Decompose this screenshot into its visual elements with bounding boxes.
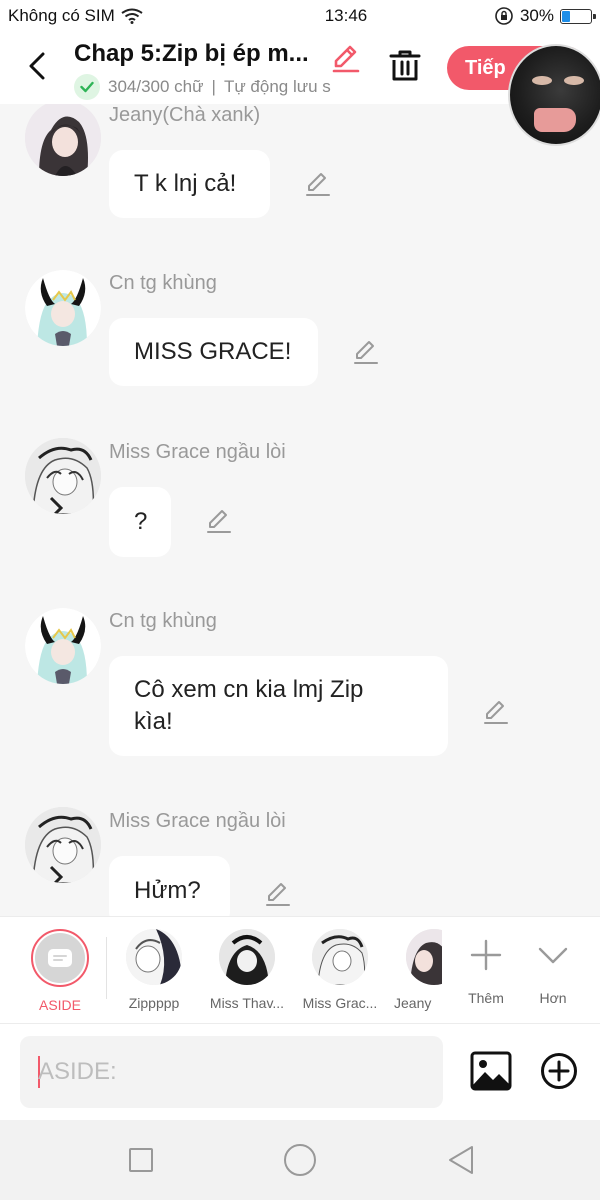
system-nav-bar (0, 1120, 600, 1200)
message-text: MISS GRACE! (134, 338, 292, 365)
add-label: Thêm (468, 990, 504, 1006)
edit-message-icon[interactable] (352, 338, 380, 366)
character-avatar (312, 929, 368, 985)
edit-title-icon[interactable] (330, 42, 362, 74)
separator: | (211, 77, 216, 96)
next-label: Tiếp (465, 56, 506, 79)
save-status: 304/300 chữ | Tự động lưu s (74, 74, 364, 100)
clock: 13:46 (324, 6, 368, 25)
message-list[interactable]: Jeany(Chà xank) T k lnj cả! Cn tg khùng … (0, 104, 600, 916)
back-button[interactable] (18, 46, 56, 86)
input-placeholder: ASIDE: (38, 1058, 117, 1085)
chapter-title[interactable]: Chap 5:Zip bị ép m... (74, 40, 330, 68)
battery-icon (560, 8, 596, 24)
avatar[interactable] (25, 270, 101, 346)
avatar[interactable] (25, 608, 101, 684)
edit-message-icon[interactable] (264, 880, 292, 908)
chevron-left-icon (29, 52, 45, 80)
trash-icon[interactable] (388, 48, 422, 84)
autosave-label: Tự động lưu s (223, 77, 331, 96)
message-bubble[interactable]: Hửm? (109, 856, 230, 916)
character-item[interactable]: Jeany (370, 929, 442, 1011)
character-aside[interactable]: ASIDE (15, 929, 105, 1013)
sender-name: Jeany(Chà xank) (109, 104, 261, 126)
compose-bar: ASIDE: (0, 1024, 600, 1120)
plus-icon (470, 939, 502, 971)
message-text: ? (134, 508, 148, 535)
character-avatar (126, 929, 182, 985)
add-circle-icon[interactable] (540, 1052, 578, 1090)
check-icon (74, 74, 100, 100)
character-name: Zippppp (128, 995, 180, 1011)
message-input[interactable]: ASIDE: (20, 1036, 443, 1108)
aside-avatar (31, 929, 89, 987)
battery-percent: 30% (519, 6, 554, 25)
home-icon[interactable] (284, 1144, 316, 1176)
aside-label: ASIDE (38, 997, 81, 1013)
character-name: Jeany (394, 995, 432, 1011)
avatar[interactable] (25, 104, 101, 176)
sender-name: Miss Grace ngầu lòi (109, 810, 286, 832)
avatar[interactable] (25, 807, 101, 883)
character-name: Miss Thav... (209, 995, 285, 1011)
character-avatar (406, 929, 442, 985)
chat-bubble-icon (48, 949, 72, 967)
image-icon[interactable] (470, 1051, 512, 1091)
edit-message-icon[interactable] (482, 698, 510, 726)
message-text: T k lnj cả! (134, 170, 237, 197)
character-selector: ASIDE Zippppp Miss Thav... Miss Grac... … (0, 916, 600, 1024)
message-bubble[interactable]: Cô xem cn kia lmj Zip kìa! (109, 656, 448, 756)
character-avatar (219, 929, 275, 985)
edit-message-icon[interactable] (304, 170, 332, 198)
sender-name: Cn tg khùng (109, 610, 217, 632)
character-item[interactable]: Miss Thav... (202, 929, 292, 1011)
sender-name: Cn tg khùng (109, 272, 217, 294)
back-triangle-icon[interactable] (446, 1144, 476, 1176)
sender-name: Miss Grace ngầu lòi (109, 441, 286, 463)
divider (106, 937, 107, 999)
message-text: Cô xem cn kia lmj Zip kìa! (134, 676, 364, 735)
wifi-icon (121, 8, 143, 24)
add-character-button[interactable]: Thêm (451, 939, 521, 1006)
status-bar: Không có SIM 13:46 30% (0, 0, 600, 32)
edit-message-icon[interactable] (205, 507, 233, 535)
message-bubble[interactable]: MISS GRACE! (109, 318, 318, 386)
recents-icon[interactable] (129, 1148, 153, 1172)
word-count: 304/300 chữ (108, 77, 204, 96)
more-characters-button[interactable]: Hơn (518, 939, 588, 1006)
more-label: Hơn (539, 990, 567, 1006)
carrier-label: Không có SIM (8, 6, 115, 25)
chevron-down-icon (538, 947, 568, 964)
rotation-lock-icon (495, 7, 513, 25)
avatar[interactable] (25, 438, 101, 514)
message-bubble[interactable]: T k lnj cả! (109, 150, 270, 218)
message-bubble[interactable]: ? (109, 487, 171, 557)
character-item[interactable]: Zippppp (109, 929, 199, 1011)
message-text: Hửm? (134, 877, 201, 904)
